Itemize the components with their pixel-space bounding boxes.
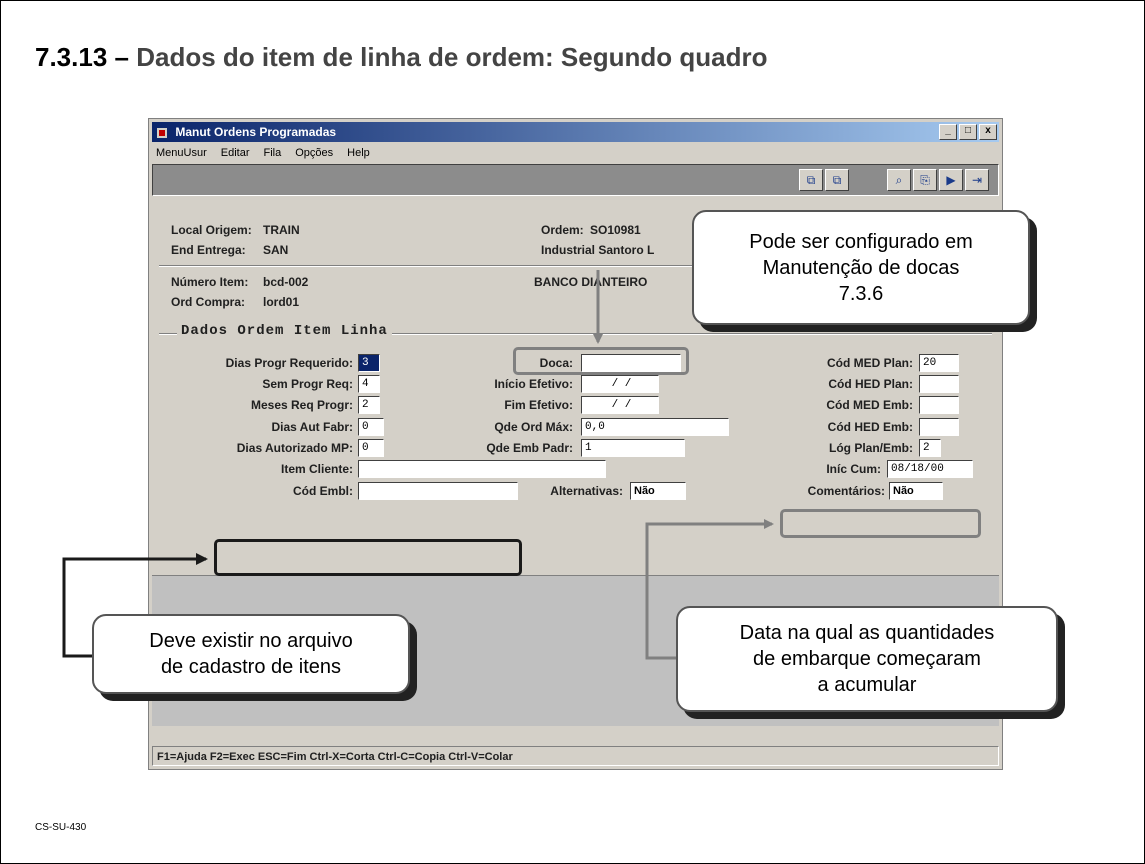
qde-emb-padr-field[interactable]: 1	[581, 439, 685, 457]
menu-bar: MenuUsur Editar Fila Opções Help	[152, 144, 999, 162]
ordem-label: Ordem:	[541, 223, 584, 237]
meses-req-progr-label: Meses Req Progr:	[250, 398, 353, 412]
sem-progr-req-label: Sem Progr Req:	[262, 377, 353, 391]
inic-cum-highlight	[780, 509, 981, 538]
paste-icon[interactable]: ⧉	[825, 169, 849, 191]
window-title: Manut Ordens Programadas	[175, 125, 337, 139]
toolbar: ⧉ ⧉ ⌕ ⎘ ▶ ⇥	[152, 164, 999, 196]
inic-cum-label: Iníc Cum:	[826, 462, 881, 476]
menu-opcoes[interactable]: Opções	[295, 144, 333, 162]
numero-item-value: bcd-002	[263, 275, 309, 289]
inic-cum-callout: Data na qual as quantidades de embarque …	[676, 606, 1058, 712]
dias-autorizado-mp-field[interactable]: 0	[358, 439, 384, 457]
fim-efetivo-label: Fim Efetivo:	[504, 398, 573, 412]
inic-cum-callout-text: Data na qual as quantidades de embarque …	[739, 622, 995, 696]
ord-compra-value: lord01	[263, 295, 300, 309]
item-cliente-field[interactable]	[358, 460, 606, 478]
cod-embl-highlight	[214, 539, 522, 576]
inicio-efetivo-field[interactable]: / /	[581, 375, 659, 393]
dias-autorizado-mp-label: Dias Autorizado MP:	[236, 441, 353, 455]
dias-progr-requerido-label: Dias Progr Requerido:	[225, 356, 353, 370]
alternativas-label: Alternativas:	[550, 484, 623, 498]
comentarios-field[interactable]: Não	[889, 482, 943, 500]
footer-code: CS-SU-430	[35, 822, 87, 833]
inic-cum-field[interactable]: 08/18/00	[887, 460, 973, 478]
cod-hed-emb-label: Cód HED Emb:	[827, 420, 913, 434]
cliente-value: Industrial Santoro L	[541, 243, 655, 257]
cod-embl-label: Cód Embl:	[293, 484, 353, 498]
menu-fila[interactable]: Fila	[264, 144, 282, 162]
maximize-button[interactable]: □	[959, 124, 977, 140]
qde-emb-padr-label: Qde Emb Padr:	[486, 441, 573, 455]
find-next-icon[interactable]: ⎘	[913, 169, 937, 191]
slide-title: 7.3.13 – Dados do item de linha de ordem…	[35, 42, 767, 73]
menu-help[interactable]: Help	[347, 144, 370, 162]
minimize-button[interactable]: _	[939, 124, 957, 140]
next-record-icon[interactable]: ▶	[939, 169, 963, 191]
doca-highlight	[513, 347, 689, 375]
status-bar: F1=Ajuda F2=Exec ESC=Fim Ctrl-X=Corta Ct…	[152, 746, 999, 766]
end-entrega-label: End Entrega:	[171, 243, 246, 257]
sem-progr-req-field[interactable]: 4	[358, 375, 380, 393]
cod-hed-emb-field[interactable]	[919, 418, 959, 436]
cod-hed-plan-field[interactable]	[919, 375, 959, 393]
cod-embl-callout: Deve existir no arquivo de cadastro de i…	[92, 614, 410, 694]
item-desc-value: BANCO DIANTEIRO	[534, 275, 648, 289]
section-title: Dados Ordem Item Linha	[177, 323, 392, 339]
cod-med-plan-label: Cód MED Plan:	[827, 356, 913, 370]
item-cliente-label: Item Cliente:	[280, 462, 353, 476]
cod-med-emb-field[interactable]	[919, 396, 959, 414]
menu-menuusur[interactable]: MenuUsur	[156, 144, 207, 162]
inicio-efetivo-label: Início Efetivo:	[494, 377, 573, 391]
local-origem-value: TRAIN	[263, 223, 300, 237]
title-text: Dados do item de linha de ordem: Segundo…	[136, 42, 768, 72]
dias-aut-fabr-label: Dias Aut Fabr:	[271, 420, 353, 434]
meses-req-progr-field[interactable]: 2	[358, 396, 380, 414]
cod-med-plan-field[interactable]: 20	[919, 354, 959, 372]
find-icon[interactable]: ⌕	[887, 169, 911, 191]
dias-aut-fabr-field[interactable]: 0	[358, 418, 384, 436]
cod-med-emb-label: Cód MED Emb:	[826, 398, 913, 412]
ordem-value: SO10981	[590, 223, 641, 237]
window-titlebar[interactable]: Manut Ordens Programadas _ □ x	[152, 122, 999, 142]
alternativas-field[interactable]: Não	[630, 482, 686, 500]
doca-callout-text: Pode ser configurado em Manutenção de do…	[749, 230, 973, 305]
log-plan-emb-field[interactable]: 2	[919, 439, 941, 457]
ord-compra-label: Ord Compra:	[171, 295, 246, 309]
cod-embl-callout-text: Deve existir no arquivo de cadastro de i…	[149, 630, 353, 678]
title-number: 7.3.13 –	[35, 42, 137, 72]
exit-icon[interactable]: ⇥	[965, 169, 989, 191]
qde-ord-max-field[interactable]: 0,0	[581, 418, 729, 436]
app-icon	[157, 127, 167, 138]
fim-efetivo-field[interactable]: / /	[581, 396, 659, 414]
end-entrega-value: SAN	[263, 243, 289, 257]
close-button[interactable]: x	[979, 124, 997, 140]
menu-editar[interactable]: Editar	[221, 144, 250, 162]
log-plan-emb-label: Lóg Plan/Emb:	[829, 441, 913, 455]
comentarios-label: Comentários:	[807, 484, 885, 498]
dias-progr-requerido-field[interactable]: 3	[358, 354, 380, 372]
cod-hed-plan-label: Cód HED Plan:	[828, 377, 913, 391]
local-origem-label: Local Origem:	[171, 223, 252, 237]
doca-callout: Pode ser configurado em Manutenção de do…	[692, 210, 1030, 325]
numero-item-label: Número Item:	[171, 275, 249, 289]
copy-icon[interactable]: ⧉	[799, 169, 823, 191]
qde-ord-max-label: Qde Ord Máx:	[494, 420, 573, 434]
